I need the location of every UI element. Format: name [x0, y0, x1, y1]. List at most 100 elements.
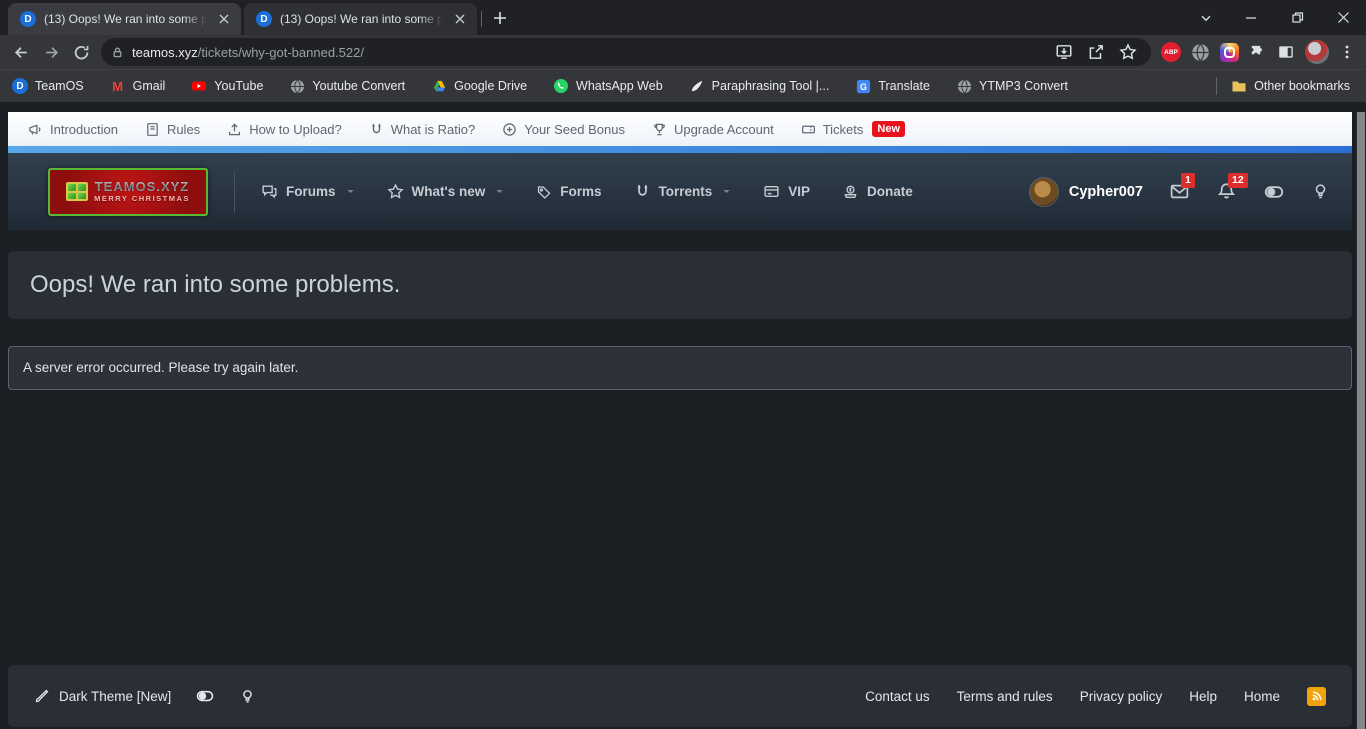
- logo-text: TEAMOS.XYZ MERRY CHRISTMAS: [94, 179, 190, 203]
- tab-search-chevron-icon[interactable]: [1186, 0, 1226, 35]
- bookmark-google-drive[interactable]: Google Drive: [431, 78, 527, 94]
- footer-light-button[interactable]: [239, 688, 256, 705]
- toggle-icon: [1264, 185, 1284, 198]
- subnav-label: Upgrade Account: [673, 121, 774, 137]
- chevron-down-icon: [347, 190, 354, 193]
- tab-title: (13) Oops! We ran into some pro: [280, 12, 443, 26]
- tab-divider: [481, 11, 482, 27]
- browser-tab-1[interactable]: D (13) Oops! We ran into some pro: [8, 3, 241, 35]
- user-avatar[interactable]: [1028, 176, 1059, 207]
- footer-link-home[interactable]: Home: [1244, 689, 1280, 704]
- reload-button[interactable]: [67, 38, 95, 66]
- tab-close-icon[interactable]: [215, 10, 233, 28]
- nav-item-forums[interactable]: Forums: [261, 183, 355, 200]
- teamos-logo[interactable]: TEAMOS.XYZ MERRY CHRISTMAS: [48, 167, 208, 216]
- tab-close-icon[interactable]: [451, 10, 469, 28]
- bookmark-teamos[interactable]: D TeamOS: [12, 78, 84, 94]
- restore-button[interactable]: [1274, 0, 1320, 35]
- subnav-item-seed-bonus[interactable]: Your Seed Bonus: [502, 122, 625, 137]
- extensions-puzzle-icon[interactable]: [1249, 43, 1267, 61]
- whatsapp-icon: [553, 78, 569, 94]
- svg-text:G: G: [860, 81, 867, 91]
- alerts-button[interactable]: 12: [1216, 173, 1248, 202]
- subnav-item-how-to-upload[interactable]: How to Upload?: [227, 122, 342, 137]
- nav-item-torrents[interactable]: Torrents: [634, 183, 732, 200]
- site-subnav: Introduction Rules How to Upload? What i…: [8, 112, 1352, 146]
- bookmark-label: WhatsApp Web: [576, 79, 663, 93]
- nav-item-whats-new[interactable]: What's new: [386, 183, 505, 200]
- theme-label: Dark Theme [New]: [59, 688, 172, 704]
- footer-link-privacy[interactable]: Privacy policy: [1080, 689, 1163, 704]
- bookmark-ytmp3[interactable]: YTMP3 Convert: [956, 78, 1068, 94]
- bookmark-label: YTMP3 Convert: [979, 79, 1068, 93]
- globe-extension-icon[interactable]: [1191, 43, 1210, 62]
- new-badge: New: [872, 121, 906, 137]
- subnav-label: How to Upload?: [249, 121, 342, 137]
- teamos-favicon-icon: D: [12, 78, 28, 94]
- close-window-button[interactable]: [1320, 0, 1366, 35]
- side-panel-icon[interactable]: [1277, 43, 1295, 61]
- footer-link-terms[interactable]: Terms and rules: [957, 689, 1053, 704]
- light-mode-button[interactable]: [1311, 182, 1330, 201]
- footer-link-help[interactable]: Help: [1189, 689, 1217, 704]
- scrollbar-thumb[interactable]: [1357, 112, 1365, 729]
- bookmark-youtube-convert[interactable]: Youtube Convert: [289, 78, 405, 94]
- subnav-label: Tickets: [822, 121, 864, 137]
- nav-item-vip[interactable]: VIP: [763, 183, 810, 200]
- subnav-item-what-is-ratio[interactable]: What is Ratio?: [369, 122, 475, 137]
- magnet-icon: [637, 185, 647, 196]
- forward-button[interactable]: [37, 38, 65, 66]
- browser-tab-2[interactable]: D (13) Oops! We ran into some pro: [244, 3, 477, 35]
- back-button[interactable]: [7, 38, 35, 66]
- lightbulb-icon: [243, 689, 253, 703]
- bookmark-paraphrasing[interactable]: Paraphrasing Tool |...: [689, 78, 830, 94]
- site-footer: Dark Theme [New] Contact us Terms and ru…: [8, 665, 1352, 727]
- ticket-icon: [801, 125, 815, 133]
- footer-theme-selector[interactable]: Dark Theme [New]: [34, 688, 171, 704]
- subnav-label: Rules: [166, 121, 201, 137]
- page-scrollbar[interactable]: [1356, 112, 1366, 729]
- minimize-button[interactable]: [1228, 0, 1274, 35]
- bookmark-label: Paraphrasing Tool |...: [711, 79, 830, 93]
- subnav-item-upgrade-account[interactable]: Upgrade Account: [652, 122, 774, 137]
- inbox-button[interactable]: 1: [1169, 173, 1195, 202]
- bookmark-star-icon[interactable]: [1119, 43, 1137, 61]
- nav-item-forms[interactable]: Forms: [536, 184, 602, 200]
- subnav-item-tickets[interactable]: Tickets New: [801, 121, 906, 137]
- new-tab-button[interactable]: [486, 4, 514, 32]
- bookmark-label: Youtube Convert: [312, 79, 406, 93]
- theme-toggle-button[interactable]: [1263, 181, 1285, 203]
- error-message: A server error occurred. Please try agai…: [23, 360, 299, 375]
- media-downloader-icon[interactable]: [1220, 42, 1239, 62]
- error-message-panel: A server error occurred. Please try agai…: [8, 346, 1352, 390]
- bookmark-youtube[interactable]: YouTube: [191, 78, 263, 94]
- menu-kebab-icon[interactable]: [1339, 44, 1355, 60]
- address-bar[interactable]: teamos.xyz/tickets/why-got-banned.522/: [101, 38, 1151, 66]
- bookmark-label: Translate: [878, 79, 930, 93]
- subnav-item-introduction[interactable]: Introduction: [28, 122, 118, 137]
- chevron-down-icon: [723, 190, 730, 193]
- paintbrush-icon: [35, 689, 49, 703]
- nav-label: Torrents: [658, 184, 713, 199]
- omnibox-actions: [1055, 43, 1141, 61]
- rss-button[interactable]: [1307, 686, 1326, 706]
- bookmark-gmail[interactable]: M Gmail: [110, 78, 165, 94]
- other-bookmarks-button[interactable]: Other bookmarks: [1231, 78, 1350, 94]
- footer-link-contact[interactable]: Contact us: [865, 689, 930, 704]
- subnav-item-rules[interactable]: Rules: [145, 122, 200, 137]
- downloads-icon[interactable]: [1055, 43, 1073, 61]
- tag-icon: [538, 185, 551, 199]
- username[interactable]: Cypher007: [1069, 184, 1143, 200]
- nav-item-donate[interactable]: Donate: [842, 183, 913, 200]
- bookmark-whatsapp[interactable]: WhatsApp Web: [553, 78, 663, 94]
- adblock-plus-icon[interactable]: ABP: [1161, 42, 1181, 62]
- bookmark-translate[interactable]: G Translate: [855, 78, 930, 94]
- nav-label: Donate: [867, 184, 913, 199]
- bookmarks-divider: [1216, 77, 1218, 95]
- chat-icon: [262, 185, 277, 199]
- profile-avatar[interactable]: [1305, 40, 1329, 64]
- share-icon[interactable]: [1087, 43, 1105, 61]
- footer-theme-toggle[interactable]: [195, 686, 215, 706]
- gmail-icon: M: [112, 78, 124, 94]
- bookmarks-bar: D TeamOS M Gmail YouTube Youtube Convert…: [0, 69, 1366, 102]
